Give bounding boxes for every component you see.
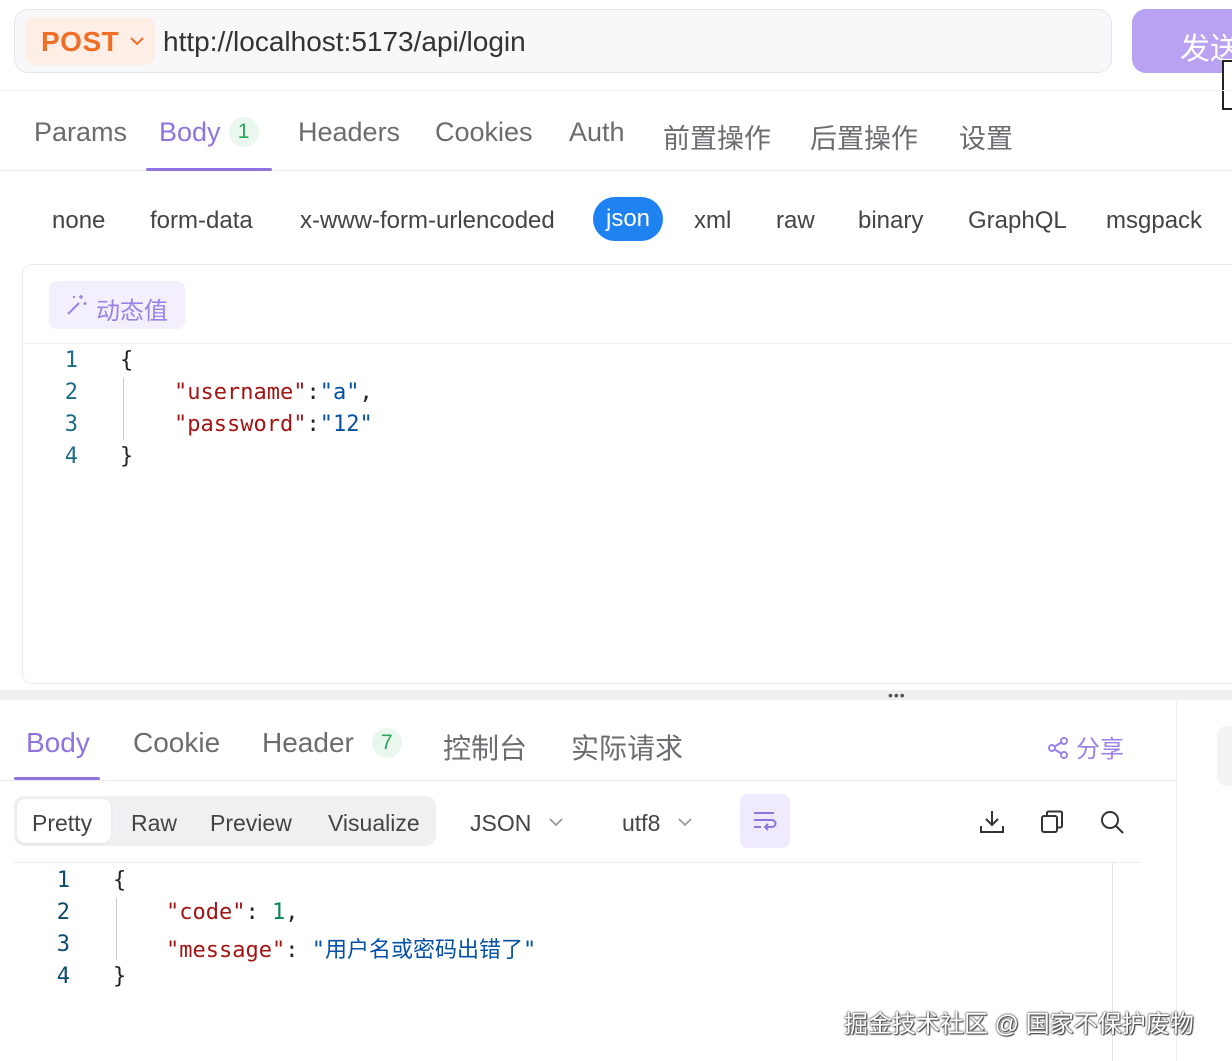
body-type-xml[interactable]: xml bbox=[694, 207, 731, 235]
line-number: 1 bbox=[56, 868, 70, 893]
line-number: 4 bbox=[56, 964, 70, 989]
search-icon[interactable] bbox=[1098, 808, 1126, 836]
tab-settings[interactable]: 设置 bbox=[959, 117, 1013, 156]
response-tab-actual-request[interactable]: 实际请求 bbox=[571, 727, 683, 767]
line-number: 4 bbox=[64, 444, 78, 469]
chevron-down-icon bbox=[678, 818, 693, 827]
magic-wand-icon bbox=[67, 295, 87, 315]
code-line: "message": "用户名或密码出错了" bbox=[166, 938, 537, 963]
encoding-select[interactable]: utf8 bbox=[622, 810, 694, 837]
download-icon[interactable] bbox=[978, 808, 1006, 836]
body-type-graphql[interactable]: GraphQL bbox=[968, 207, 1067, 235]
send-button[interactable]: 发送 bbox=[1132, 9, 1232, 73]
response-tabs: Body Cookie Header 7 控制台 实际请求 分享 bbox=[0, 700, 1176, 781]
response-header-count-badge: 7 bbox=[371, 728, 402, 758]
body-type-urlencoded[interactable]: x-www-form-urlencoded bbox=[300, 207, 555, 235]
copy-icon[interactable] bbox=[1038, 808, 1066, 836]
view-mode-pretty[interactable]: Pretty bbox=[32, 810, 92, 837]
dynamic-value-button[interactable]: 动态值 bbox=[49, 281, 185, 329]
word-wrap-toggle[interactable] bbox=[740, 794, 790, 848]
url-input[interactable]: http://localhost:5173/api/login bbox=[163, 26, 526, 58]
active-tab-indicator bbox=[146, 168, 272, 171]
share-icon bbox=[1048, 737, 1068, 759]
format-select-value: JSON bbox=[470, 810, 532, 836]
tab-auth[interactable]: Auth bbox=[569, 117, 625, 148]
divider bbox=[23, 343, 1232, 344]
line-number: 3 bbox=[64, 412, 78, 437]
body-type-msgpack[interactable]: msgpack bbox=[1106, 207, 1202, 235]
watermark: 掘金技术社区 @ 国家不保护废物 bbox=[844, 1011, 1194, 1038]
tab-cookies[interactable]: Cookies bbox=[435, 117, 533, 148]
tab-body-count-badge: 1 bbox=[228, 117, 259, 147]
body-type-raw[interactable]: raw bbox=[776, 207, 815, 235]
line-number: 2 bbox=[56, 900, 70, 925]
chevron-down-icon bbox=[549, 818, 563, 827]
word-wrap-icon bbox=[754, 812, 777, 831]
dynamic-value-label: 动态值 bbox=[96, 298, 168, 325]
url-bar: POST http://localhost:5173/api/login bbox=[14, 9, 1112, 73]
code-brace-close: } bbox=[120, 444, 134, 469]
view-mode-raw[interactable]: Raw bbox=[131, 810, 177, 837]
view-mode-preview[interactable]: Preview bbox=[210, 810, 292, 837]
method-select[interactable]: POST bbox=[25, 17, 155, 65]
response-tab-header[interactable]: Header 7 bbox=[262, 727, 402, 759]
code-brace-open: { bbox=[120, 348, 134, 373]
request-tabs: Params Body 1 Headers Cookies Auth 前置操作 后… bbox=[0, 90, 1232, 171]
body-type-binary[interactable]: binary bbox=[858, 207, 923, 235]
view-mode-segmented: Pretty Raw Preview Visualize bbox=[14, 796, 436, 846]
body-type-form-data[interactable]: form-data bbox=[150, 207, 253, 235]
tab-body[interactable]: Body 1 bbox=[159, 117, 259, 148]
chevron-down-icon bbox=[130, 37, 144, 46]
line-number: 1 bbox=[64, 348, 78, 373]
share-button[interactable]: 分享 bbox=[1046, 729, 1124, 764]
code-line: "code": 1, bbox=[166, 900, 299, 925]
panel-resize-handle[interactable]: ••• bbox=[0, 687, 1232, 703]
drag-dots-icon: ••• bbox=[888, 687, 906, 703]
response-tab-cookie[interactable]: Cookie bbox=[133, 727, 220, 759]
tab-headers[interactable]: Headers bbox=[298, 117, 400, 148]
code-brace-close: } bbox=[113, 964, 127, 989]
code-line: "username":"a", bbox=[174, 380, 373, 405]
share-label: 分享 bbox=[1076, 736, 1124, 763]
format-select[interactable]: JSON bbox=[470, 810, 565, 837]
line-number: 2 bbox=[64, 380, 78, 405]
indent-guide bbox=[123, 378, 124, 440]
code-brace-open: { bbox=[113, 868, 127, 893]
method-label: POST bbox=[41, 26, 120, 57]
response-tab-console[interactable]: 控制台 bbox=[443, 727, 527, 767]
response-tab-body[interactable]: Body bbox=[26, 727, 90, 759]
response-tab-header-label: Header bbox=[262, 727, 354, 758]
line-number: 3 bbox=[56, 932, 70, 957]
indent-guide bbox=[116, 898, 117, 960]
tab-body-label: Body bbox=[159, 117, 221, 147]
active-response-tab-indicator bbox=[14, 777, 100, 780]
body-type-none[interactable]: none bbox=[52, 207, 105, 235]
body-type-json[interactable]: json bbox=[593, 197, 664, 241]
tab-post-actions[interactable]: 后置操作 bbox=[810, 117, 918, 156]
side-panel-toggle[interactable] bbox=[1217, 726, 1232, 786]
code-line: "password":"12" bbox=[174, 412, 373, 437]
encoding-select-value: utf8 bbox=[622, 810, 661, 836]
tab-pre-actions[interactable]: 前置操作 bbox=[663, 117, 771, 156]
tab-params[interactable]: Params bbox=[34, 117, 127, 148]
view-mode-visualize[interactable]: Visualize bbox=[328, 810, 420, 837]
request-body-editor[interactable]: 动态值 bbox=[22, 264, 1232, 684]
